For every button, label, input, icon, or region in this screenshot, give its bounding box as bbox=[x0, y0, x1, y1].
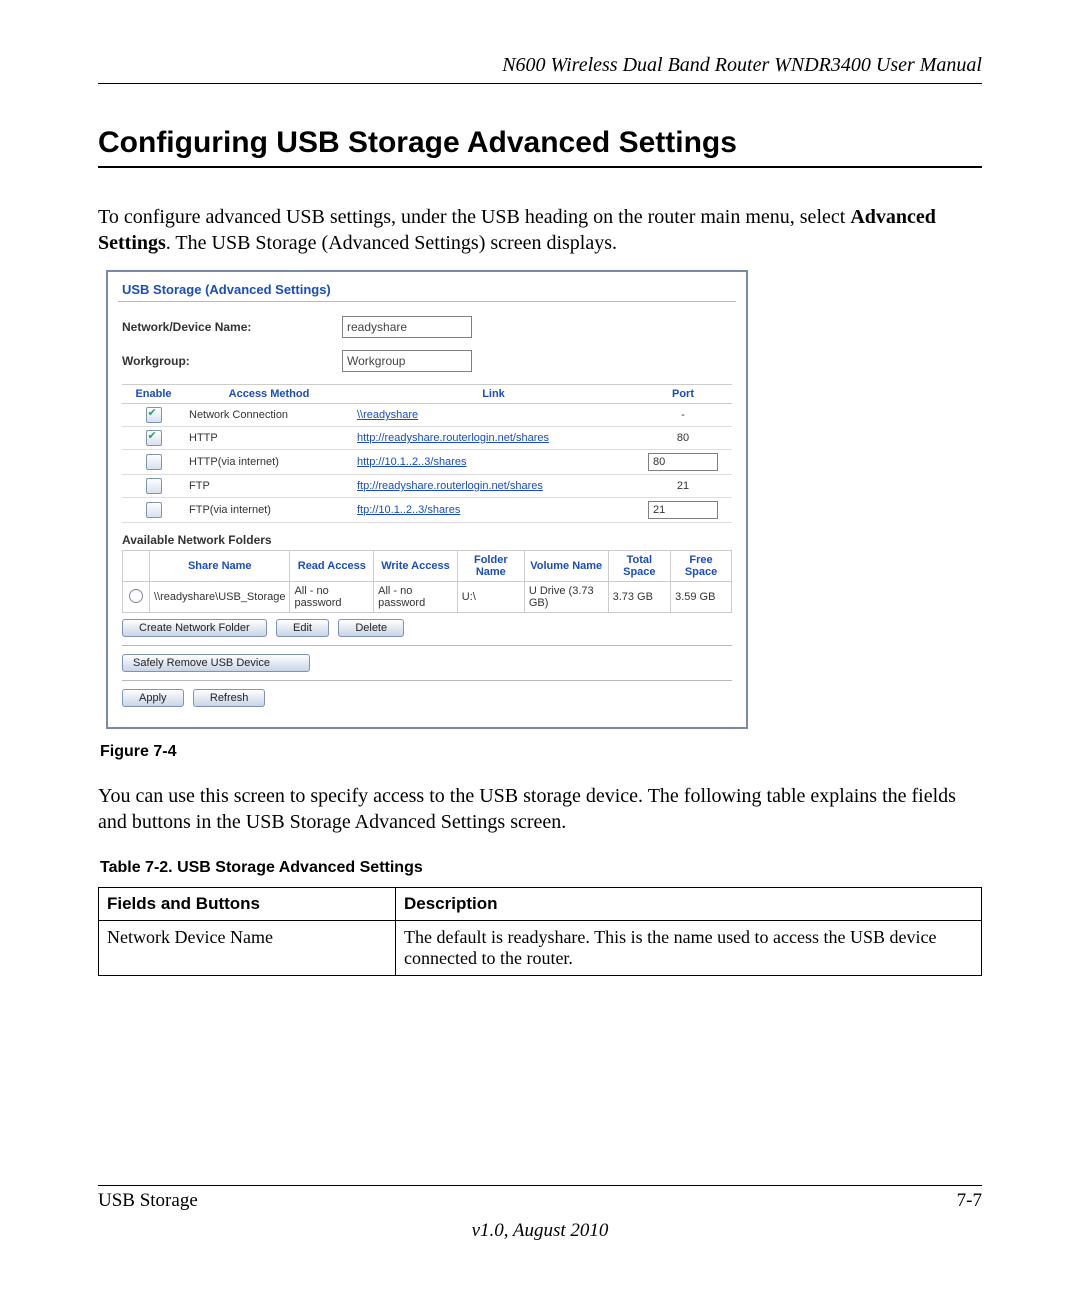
method-cell: FTP(via internet) bbox=[185, 498, 353, 523]
create-folder-button[interactable]: Create Network Folder bbox=[122, 619, 267, 637]
table-row: FTP(via internet) ftp://10.1..2..3/share… bbox=[122, 498, 732, 523]
page-footer: USB Storage 7-7 v1.0, August 2010 bbox=[98, 1185, 982, 1242]
method-cell: FTP bbox=[185, 475, 353, 498]
bottom-buttons: Apply Refresh bbox=[122, 689, 732, 707]
fcol-folder: Folder Name bbox=[457, 551, 524, 582]
col-port: Port bbox=[634, 385, 732, 404]
workgroup-input[interactable] bbox=[342, 350, 472, 372]
intro-text-2: . The USB Storage (Advanced Settings) sc… bbox=[166, 232, 617, 254]
fcol-volume: Volume Name bbox=[524, 551, 608, 582]
panel-title: USB Storage (Advanced Settings) bbox=[122, 282, 732, 297]
table-row: Network Connection \\readyshare - bbox=[122, 404, 732, 427]
network-name-label: Network/Device Name: bbox=[122, 320, 342, 334]
safely-remove-button[interactable]: Safely Remove USB Device bbox=[122, 654, 310, 672]
header-rule bbox=[98, 83, 982, 84]
link-cell[interactable]: http://readyshare.routerlogin.net/shares bbox=[357, 432, 549, 444]
enable-checkbox[interactable] bbox=[146, 407, 162, 423]
col-link: Link bbox=[353, 385, 634, 404]
edit-button[interactable]: Edit bbox=[276, 619, 329, 637]
select-radio[interactable] bbox=[129, 589, 143, 603]
spec-h2: Description bbox=[396, 888, 982, 921]
link-cell[interactable]: http://10.1..2..3/shares bbox=[357, 456, 466, 468]
enable-checkbox[interactable] bbox=[146, 478, 162, 494]
method-cell: HTTP(via internet) bbox=[185, 450, 353, 475]
heading-rule bbox=[98, 166, 982, 168]
workgroup-label: Workgroup: bbox=[122, 354, 342, 368]
footer-left: USB Storage bbox=[98, 1190, 198, 1212]
link-cell[interactable]: ftp://readyshare.routerlogin.net/shares bbox=[357, 480, 543, 492]
access-methods-table: Enable Access Method Link Port Network C… bbox=[122, 384, 732, 523]
fcol-total: Total Space bbox=[608, 551, 671, 582]
port-cell: - bbox=[634, 404, 732, 427]
spec-table: Fields and Buttons Description Network D… bbox=[98, 887, 982, 976]
table-row: \\readyshare\USB_Storage All - no passwo… bbox=[123, 582, 732, 613]
footer-right: 7-7 bbox=[957, 1190, 982, 1212]
col-method: Access Method bbox=[185, 385, 353, 404]
method-cell: Network Connection bbox=[185, 404, 353, 427]
folders-label: Available Network Folders bbox=[122, 533, 732, 547]
fcol-write: Write Access bbox=[374, 551, 458, 582]
section-heading: Configuring USB Storage Advanced Setting… bbox=[98, 126, 982, 160]
volume-cell: U Drive (3.73 GB) bbox=[524, 582, 608, 613]
total-cell: 3.73 GB bbox=[608, 582, 671, 613]
folder-buttons: Create Network Folder Edit Delete bbox=[122, 619, 732, 637]
port-input[interactable] bbox=[648, 501, 718, 519]
footer-version: v1.0, August 2010 bbox=[98, 1220, 982, 1242]
port-cell: 21 bbox=[634, 475, 732, 498]
link-cell[interactable]: \\readyshare bbox=[357, 409, 418, 421]
write-cell: All - no password bbox=[374, 582, 458, 613]
table-row: FTP ftp://readyshare.routerlogin.net/sha… bbox=[122, 475, 732, 498]
method-cell: HTTP bbox=[185, 427, 353, 450]
share-cell: \\readyshare\USB_Storage bbox=[150, 582, 290, 613]
figure-caption: Figure 7-4 bbox=[100, 743, 982, 761]
fcol-share: Share Name bbox=[150, 551, 290, 582]
apply-button[interactable]: Apply bbox=[122, 689, 184, 707]
spec-h1: Fields and Buttons bbox=[99, 888, 396, 921]
refresh-button[interactable]: Refresh bbox=[193, 689, 266, 707]
table-row: HTTP(via internet) http://10.1..2..3/sha… bbox=[122, 450, 732, 475]
link-cell[interactable]: ftp://10.1..2..3/shares bbox=[357, 504, 460, 516]
footer-rule bbox=[98, 1185, 982, 1186]
folder-cell: U:\ bbox=[457, 582, 524, 613]
enable-checkbox[interactable] bbox=[146, 502, 162, 518]
after-figure-paragraph: You can use this screen to specify acces… bbox=[98, 783, 982, 835]
port-input[interactable] bbox=[648, 453, 718, 471]
network-name-row: Network/Device Name: bbox=[122, 316, 732, 338]
fcol-free: Free Space bbox=[671, 551, 732, 582]
enable-checkbox[interactable] bbox=[146, 454, 162, 470]
table-caption: Table 7-2. USB Storage Advanced Settings bbox=[100, 859, 982, 877]
intro-text-1: To configure advanced USB settings, unde… bbox=[98, 206, 850, 228]
free-cell: 3.59 GB bbox=[671, 582, 732, 613]
spec-r1c1: Network Device Name bbox=[99, 921, 396, 976]
col-enable: Enable bbox=[122, 385, 185, 404]
port-cell: 80 bbox=[634, 427, 732, 450]
intro-paragraph: To configure advanced USB settings, unde… bbox=[98, 204, 982, 256]
delete-button[interactable]: Delete bbox=[338, 619, 404, 637]
spec-r1c2: The default is readyshare. This is the n… bbox=[396, 921, 982, 976]
running-header: N600 Wireless Dual Band Router WNDR3400 … bbox=[98, 54, 982, 77]
workgroup-row: Workgroup: bbox=[122, 350, 732, 372]
read-cell: All - no password bbox=[290, 582, 374, 613]
remove-row: Safely Remove USB Device bbox=[122, 654, 732, 672]
network-name-input[interactable] bbox=[342, 316, 472, 338]
panel-sep-2 bbox=[122, 645, 732, 646]
folders-table: Share Name Read Access Write Access Fold… bbox=[122, 550, 732, 613]
table-row: Network Device Name The default is ready… bbox=[99, 921, 982, 976]
panel-sep bbox=[118, 301, 736, 302]
enable-checkbox[interactable] bbox=[146, 430, 162, 446]
usb-settings-screenshot: USB Storage (Advanced Settings) Network/… bbox=[106, 270, 748, 729]
fcol-read: Read Access bbox=[290, 551, 374, 582]
panel-sep-3 bbox=[122, 680, 732, 681]
table-row: HTTP http://readyshare.routerlogin.net/s… bbox=[122, 427, 732, 450]
